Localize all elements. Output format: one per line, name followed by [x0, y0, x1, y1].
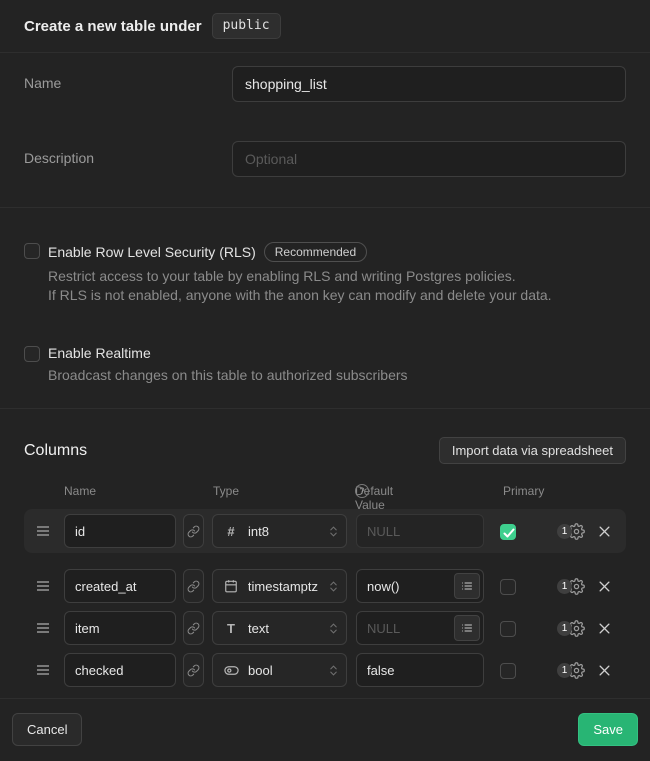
- foreign-key-link-icon[interactable]: [183, 569, 204, 603]
- chevron-up-down-icon: [327, 664, 340, 677]
- dialog-footer: Cancel Save: [0, 699, 650, 759]
- columns-section: Columns Import data via spreadsheet Name…: [0, 409, 650, 699]
- column-type-select[interactable]: # int8: [212, 514, 347, 548]
- realtime-description: Broadcast changes on this table to autho…: [48, 366, 408, 385]
- settings-count-badge: 1: [557, 524, 572, 539]
- drag-handle-icon[interactable]: [36, 580, 50, 592]
- column-type-value: int8: [248, 524, 269, 539]
- column-settings-button[interactable]: 1: [557, 523, 585, 540]
- column-row-created-at: timestamptz 1: [24, 565, 626, 607]
- rls-checkbox[interactable]: [24, 243, 40, 259]
- foreign-key-link-icon[interactable]: [183, 611, 204, 645]
- import-spreadsheet-button[interactable]: Import data via spreadsheet: [439, 437, 626, 464]
- column-row-checked: bool 1: [24, 649, 626, 691]
- table-name-input[interactable]: [232, 66, 626, 102]
- description-label: Description: [24, 141, 232, 166]
- foreign-key-link-icon[interactable]: [183, 514, 204, 548]
- dialog-title: Create a new table under: [24, 18, 202, 35]
- default-value-menu-icon[interactable]: [454, 615, 480, 641]
- column-type-select[interactable]: timestamptz: [212, 569, 347, 603]
- column-default-input[interactable]: [356, 653, 484, 687]
- cancel-button[interactable]: Cancel: [12, 713, 82, 746]
- primary-key-checkbox[interactable]: [500, 524, 516, 540]
- rls-description-line1: Restrict access to your table by enablin…: [48, 267, 552, 286]
- column-default-input: [356, 514, 484, 548]
- column-name-input[interactable]: [64, 569, 176, 603]
- default-value-menu-icon[interactable]: [454, 573, 480, 599]
- column-name-input[interactable]: [64, 514, 176, 548]
- remove-column-icon[interactable]: [597, 621, 612, 636]
- dialog-header: Create a new table under public: [0, 0, 650, 53]
- column-settings-button[interactable]: 1: [557, 662, 585, 679]
- chevron-up-down-icon: [327, 622, 340, 635]
- rls-label: Enable Row Level Security (RLS): [48, 244, 256, 260]
- column-settings-button[interactable]: 1: [557, 620, 585, 637]
- column-type-select[interactable]: bool: [212, 653, 347, 687]
- column-name-input[interactable]: [64, 653, 176, 687]
- columns-table-header: Name Type Default Value ? Primary: [24, 484, 626, 498]
- header-primary: Primary: [503, 484, 544, 498]
- drag-handle-icon[interactable]: [36, 622, 50, 634]
- column-name-input[interactable]: [64, 611, 176, 645]
- calendar-icon: [223, 579, 239, 593]
- column-row-item: T text 1: [24, 607, 626, 649]
- rls-description-line2: If RLS is not enabled, anyone with the a…: [48, 286, 552, 305]
- boolean-icon: [223, 663, 239, 678]
- save-button[interactable]: Save: [578, 713, 638, 746]
- primary-key-checkbox[interactable]: [500, 579, 516, 595]
- name-label: Name: [24, 66, 232, 91]
- realtime-toggle-block: Enable Realtime Broadcast changes on thi…: [24, 345, 626, 385]
- help-icon[interactable]: ?: [355, 484, 369, 498]
- remove-column-icon[interactable]: [597, 663, 612, 678]
- remove-column-icon[interactable]: [597, 524, 612, 539]
- rls-toggle-block: Enable Row Level Security (RLS) Recommen…: [24, 242, 626, 305]
- column-type-value: text: [248, 621, 269, 636]
- table-details-section: Name Description: [0, 53, 650, 208]
- settings-count-badge: 1: [557, 663, 572, 678]
- text-type-icon: T: [223, 621, 239, 636]
- column-settings-button[interactable]: 1: [557, 578, 585, 595]
- primary-key-checkbox[interactable]: [500, 663, 516, 679]
- chevron-up-down-icon: [327, 580, 340, 593]
- column-row-id: # int8 1: [24, 509, 626, 553]
- chevron-up-down-icon: [327, 525, 340, 538]
- schema-badge: public: [212, 13, 281, 39]
- realtime-checkbox[interactable]: [24, 346, 40, 362]
- header-type: Type: [213, 484, 239, 498]
- hash-icon: #: [223, 524, 239, 539]
- settings-count-badge: 1: [557, 579, 572, 594]
- realtime-label: Enable Realtime: [48, 345, 151, 361]
- columns-heading: Columns: [24, 442, 87, 460]
- create-table-dialog: Create a new table under public Name Des…: [0, 0, 650, 761]
- column-type-value: bool: [248, 663, 273, 678]
- primary-key-checkbox[interactable]: [500, 621, 516, 637]
- column-type-value: timestamptz: [248, 579, 318, 594]
- drag-handle-icon[interactable]: [36, 525, 50, 537]
- recommended-badge: Recommended: [264, 242, 367, 262]
- settings-count-badge: 1: [557, 621, 572, 636]
- table-description-input[interactable]: [232, 141, 626, 177]
- remove-column-icon[interactable]: [597, 579, 612, 594]
- header-name: Name: [64, 484, 96, 498]
- column-type-select[interactable]: T text: [212, 611, 347, 645]
- foreign-key-link-icon[interactable]: [183, 653, 204, 687]
- table-options-section: Enable Row Level Security (RLS) Recommen…: [0, 208, 650, 409]
- drag-handle-icon[interactable]: [36, 664, 50, 676]
